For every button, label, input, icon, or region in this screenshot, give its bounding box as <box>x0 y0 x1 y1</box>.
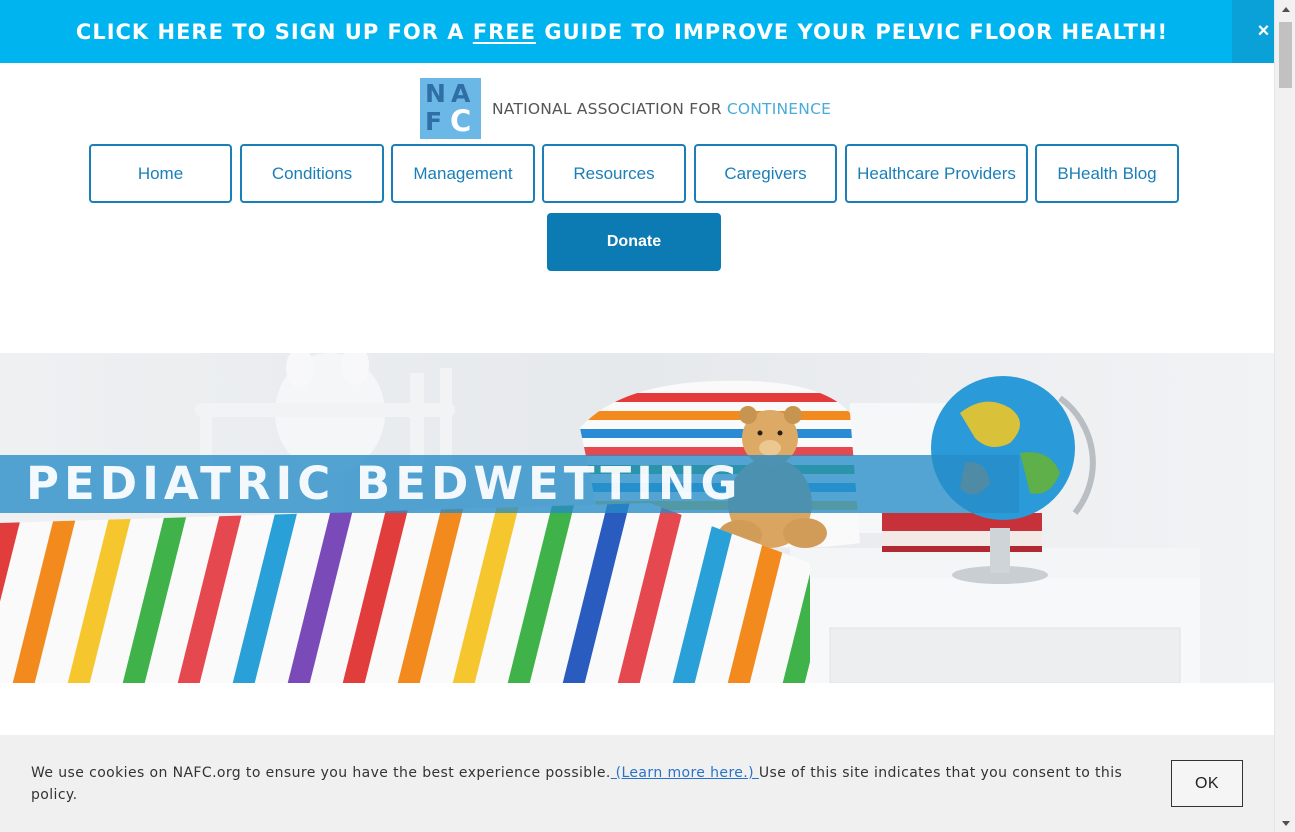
page-scrollbar[interactable] <box>1274 0 1295 832</box>
cookie-banner: We use cookies on NAFC.org to ensure you… <box>0 735 1274 832</box>
promo-banner[interactable]: CLICK HERE TO SIGN UP FOR A FREE GUIDE T… <box>0 0 1274 63</box>
nav-management[interactable]: Management <box>391 144 535 203</box>
nav-caregivers[interactable]: Caregivers <box>694 144 837 203</box>
logo-wordmark: NATIONAL ASSOCIATION FOR CONTINENCE <box>492 100 831 118</box>
logo-letter-a: A <box>451 79 471 108</box>
promo-text-end: GUIDE TO IMPROVE YOUR PELVIC FLOOR HEALT… <box>536 19 1169 44</box>
nav-healthcare-providers[interactable]: Healthcare Providers <box>845 144 1028 203</box>
nav-home[interactable]: Home <box>89 144 232 203</box>
nav-resources[interactable]: Resources <box>542 144 686 203</box>
logo-name-main: NATIONAL ASSOCIATION FOR <box>492 99 727 118</box>
scroll-up-arrow[interactable] <box>1275 2 1295 16</box>
cookie-ok-button[interactable]: OK <box>1171 760 1243 807</box>
logo-letter-c: C <box>450 104 472 138</box>
cookie-message: We use cookies on NAFC.org to ensure you… <box>31 762 1141 806</box>
logo-letter-f: F <box>425 107 443 136</box>
scroll-thumb[interactable] <box>1279 22 1292 88</box>
promo-text[interactable]: CLICK HERE TO SIGN UP FOR A FREE GUIDE T… <box>76 20 1168 44</box>
logo-mark: N A F C <box>420 78 481 139</box>
nav-conditions[interactable]: Conditions <box>240 144 384 203</box>
scroll-down-arrow[interactable] <box>1275 816 1295 830</box>
cookie-text-start: We use cookies on NAFC.org to ensure you… <box>31 765 611 781</box>
hero-banner: PEDIATRIC BEDWETTING <box>0 353 1274 683</box>
logo-letter-n: N <box>425 79 446 108</box>
donate-button[interactable]: Donate <box>547 213 721 271</box>
cookie-learn-more-link[interactable]: (Learn more here.) <box>611 765 759 781</box>
page-title: PEDIATRIC BEDWETTING <box>26 457 743 510</box>
promo-text-free: FREE <box>472 19 537 44</box>
nafc-logo[interactable]: N A F C NATIONAL ASSOCIATION FOR CONTINE… <box>420 78 831 139</box>
promo-text-start: CLICK HERE TO SIGN UP FOR A <box>75 19 473 44</box>
nav-bhealth-blog[interactable]: BHealth Blog <box>1035 144 1179 203</box>
hero-image <box>0 353 1274 683</box>
logo-name-accent: CONTINENCE <box>726 99 832 118</box>
page: CLICK HERE TO SIGN UP FOR A FREE GUIDE T… <box>0 0 1295 832</box>
